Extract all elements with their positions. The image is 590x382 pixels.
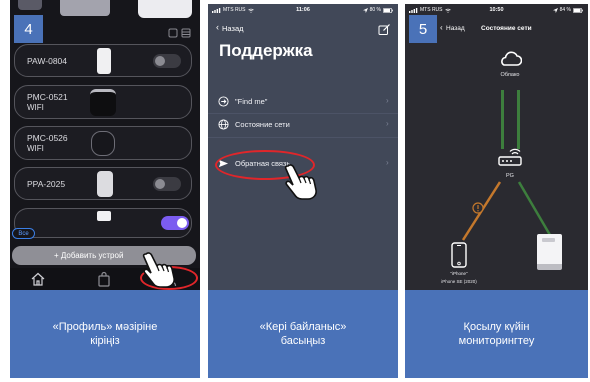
device-thumbnail	[138, 0, 192, 18]
battery-percent: 80 %	[369, 7, 381, 13]
air-purifier-device[interactable]	[537, 234, 562, 270]
warning-icon[interactable]	[472, 202, 484, 214]
step-caption: Қосылу күйін мониторингтеу	[405, 290, 588, 378]
toggle-knob	[155, 56, 165, 66]
pointer-hand-icon	[142, 252, 175, 288]
location-icon	[362, 7, 368, 13]
divider	[208, 113, 398, 114]
caption-line: мониторингтеу	[458, 335, 535, 347]
network-state-screen: MTS RUS 10:50 84 % 5 ‹ Назад Состояние с…	[405, 4, 588, 290]
caption-line: «Кері байланыс»	[259, 321, 347, 333]
device-list-screen: 4 PAW-0804 PMC-0521 WIFI PMC-0526 WIFI P…	[10, 0, 200, 290]
device-thumbnail	[60, 0, 110, 16]
chevron-right-icon: ›	[386, 119, 389, 128]
grid-view-icon[interactable]	[168, 28, 178, 38]
page-title: Поддержка	[219, 41, 313, 60]
device-thumbnail	[18, 0, 42, 10]
back-button[interactable]: Назад	[222, 24, 244, 33]
device-connection-type: WIFI	[27, 144, 44, 153]
caption-line: басыңыз	[280, 335, 326, 347]
menu-item-network-state[interactable]: Состояние сети ›	[208, 115, 398, 133]
device-card[interactable]	[14, 208, 192, 238]
device-name: PMC-0526	[27, 133, 68, 143]
device-image	[90, 89, 116, 116]
divider	[208, 137, 398, 138]
back-chevron-icon[interactable]: ‹	[216, 22, 219, 32]
bag-icon[interactable]	[96, 271, 112, 287]
device-power-toggle[interactable]	[153, 54, 181, 68]
device-card[interactable]: PAW-0804	[14, 44, 192, 77]
device-name: PPA-2025	[27, 179, 66, 189]
filter-tag-all[interactable]: Все	[12, 228, 35, 239]
device-power-toggle[interactable]	[153, 177, 181, 191]
caption-line: кіріңіз	[90, 335, 120, 347]
device-connection-type: WIFI	[27, 103, 44, 112]
device-image	[91, 131, 115, 156]
menu-item-label: Состояние сети	[235, 120, 290, 129]
globe-icon	[218, 119, 229, 130]
device-name: PMC-0521	[27, 92, 68, 102]
battery-icon	[383, 7, 393, 13]
device-image	[97, 48, 111, 74]
edit-icon[interactable]	[378, 23, 391, 36]
caption-line: «Профиль» мәзіріне	[52, 321, 158, 333]
menu-item-label: "Find me"	[235, 97, 268, 106]
arrow-circle-icon	[218, 96, 229, 107]
step-caption: «Кері байланыс» басыңыз	[208, 290, 398, 378]
chevron-right-icon: ›	[386, 96, 389, 105]
caption-line: Қосылу күйін	[463, 321, 530, 333]
device-card[interactable]: PMC-0526 WIFI	[14, 126, 192, 160]
step-badge: 5	[409, 15, 437, 43]
chevron-right-icon: ›	[386, 158, 389, 167]
toggle-knob	[177, 218, 187, 228]
pointer-hand-icon	[284, 164, 317, 200]
phone-icon[interactable]	[451, 242, 467, 268]
device-power-toggle[interactable]	[161, 216, 189, 230]
support-screen: MTS RUS 11:06 80 % ‹ Назад Поддержка "Fi…	[208, 4, 398, 290]
device-image	[97, 171, 113, 197]
device-link-line	[517, 181, 552, 236]
step-caption: «Профиль» мәзіріне кіріңіз	[10, 290, 200, 378]
phone-name: "iPhone"	[450, 271, 468, 276]
list-view-icon[interactable]	[181, 28, 191, 38]
step-badge: 4	[14, 15, 43, 43]
device-name: PAW-0804	[27, 56, 68, 66]
device-card[interactable]: PMC-0521 WIFI	[14, 85, 192, 119]
status-battery: 80 %	[362, 7, 393, 13]
menu-item-find-me[interactable]: "Find me" ›	[208, 92, 398, 110]
device-panel	[542, 238, 555, 242]
device-card[interactable]: PPA-2025	[14, 167, 192, 200]
home-icon[interactable]	[30, 271, 46, 287]
phone-model: iPhone SE (2020)	[441, 279, 477, 284]
device-image	[97, 211, 111, 221]
toggle-knob	[155, 179, 165, 189]
